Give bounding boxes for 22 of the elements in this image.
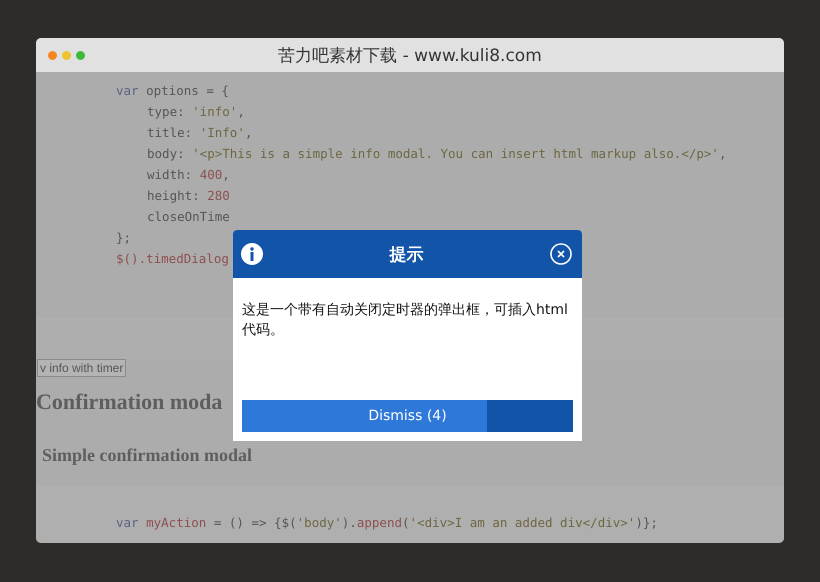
code-line: var myAction = () => {$('body').append('<div>I am an added div</div>')}; [116,514,658,532]
close-icon[interactable] [550,243,572,265]
code-line: width: 400, [146,166,230,184]
modal-title: 提示 [390,244,424,266]
code-line: body: '<p>This is a simple info modal. You can insert html markup also.</p>', [146,145,726,163]
close-window-icon[interactable] [48,50,57,60]
show-info-button[interactable]: v info with timer [37,359,126,377]
minimize-window-icon[interactable] [62,50,71,60]
info-icon [241,243,263,265]
code-line: title: 'Info', [146,124,252,142]
modal-message: 这是一个带有自动关闭定时器的弹出框，可插入html代码。 [242,302,568,338]
code-line: $().timedDialog [116,250,229,268]
maximize-window-icon[interactable] [76,50,85,60]
code-line: closeOnTime [146,208,230,226]
code-line: var options = { [116,82,229,100]
window-title: 苦力吧素材下载 - www.kuli8.com [278,46,542,66]
section-heading: Confirmation moda [36,389,222,415]
code-line: type: 'info', [146,103,245,121]
code-line: }; [116,229,132,247]
code-line: height: 280 [146,187,230,205]
subsection-heading: Simple confirmation modal [42,445,253,466]
dismiss-button[interactable]: Dismiss (4) [242,400,573,432]
